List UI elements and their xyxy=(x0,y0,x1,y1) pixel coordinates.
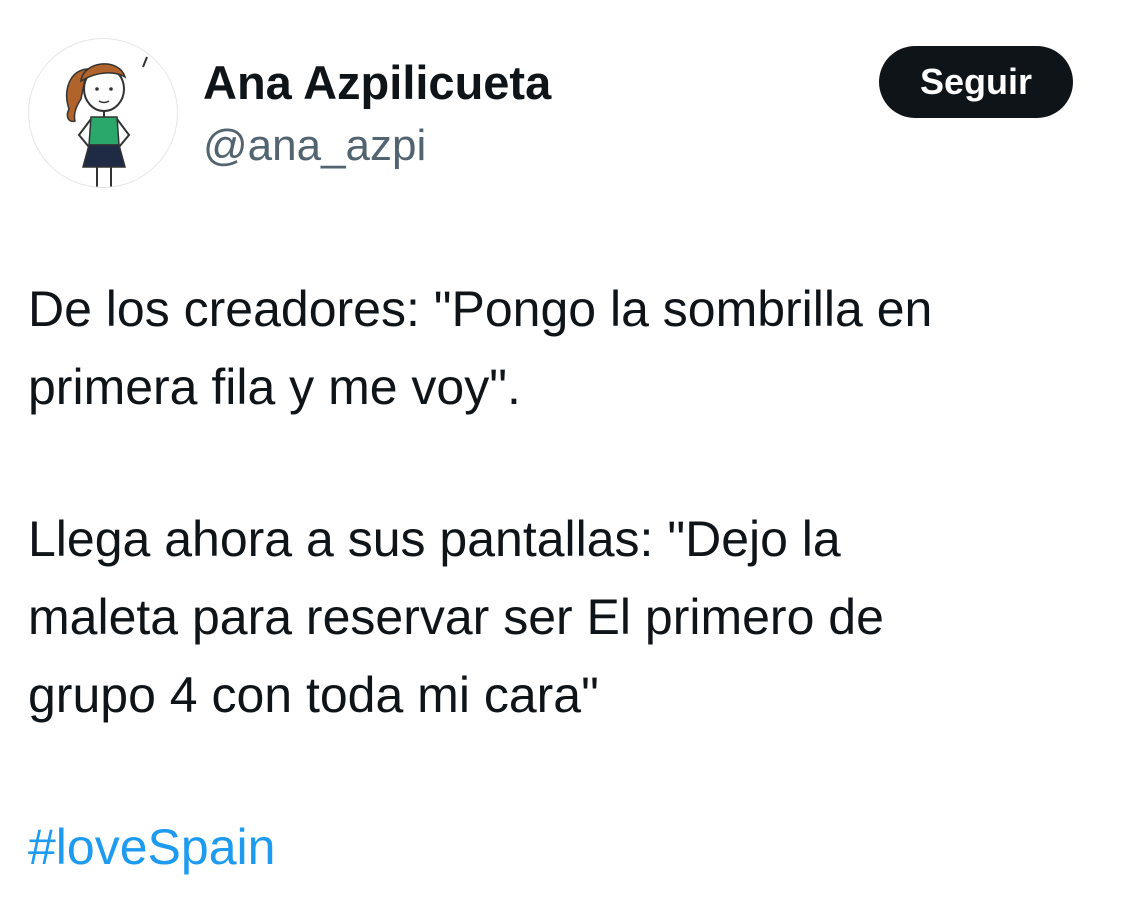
cartoon-woman-avatar-icon xyxy=(66,56,148,187)
tweet-paragraph-2: Llega ahora a sus pantallas: "Dejo la ma… xyxy=(28,500,1098,734)
tweet-line: De los creadores: "Pongo la sombrilla en xyxy=(28,281,933,337)
display-name[interactable]: Ana Azpilicueta xyxy=(203,55,551,111)
tweet-line: maleta para reservar ser El primero de xyxy=(28,589,884,645)
tweet-line: primera fila y me voy". xyxy=(28,359,521,415)
follow-button[interactable]: Seguir xyxy=(879,46,1073,118)
tweet-paragraph-1: De los creadores: "Pongo la sombrilla en… xyxy=(28,270,1098,426)
tweet-hashtags: #loveSpain xyxy=(28,808,1098,886)
tweet-text: De los creadores: "Pongo la sombrilla en… xyxy=(28,270,1098,886)
user-handle[interactable]: @ana_azpi xyxy=(203,120,426,172)
tweet-line: Llega ahora a sus pantallas: "Dejo la xyxy=(28,511,841,567)
tweet-card: Ana Azpilicueta @ana_azpi Seguir De los … xyxy=(0,0,1125,912)
avatar[interactable] xyxy=(28,38,178,188)
tweet-line: grupo 4 con toda mi cara" xyxy=(28,667,599,723)
hashtag-link[interactable]: #loveSpain xyxy=(28,819,275,875)
